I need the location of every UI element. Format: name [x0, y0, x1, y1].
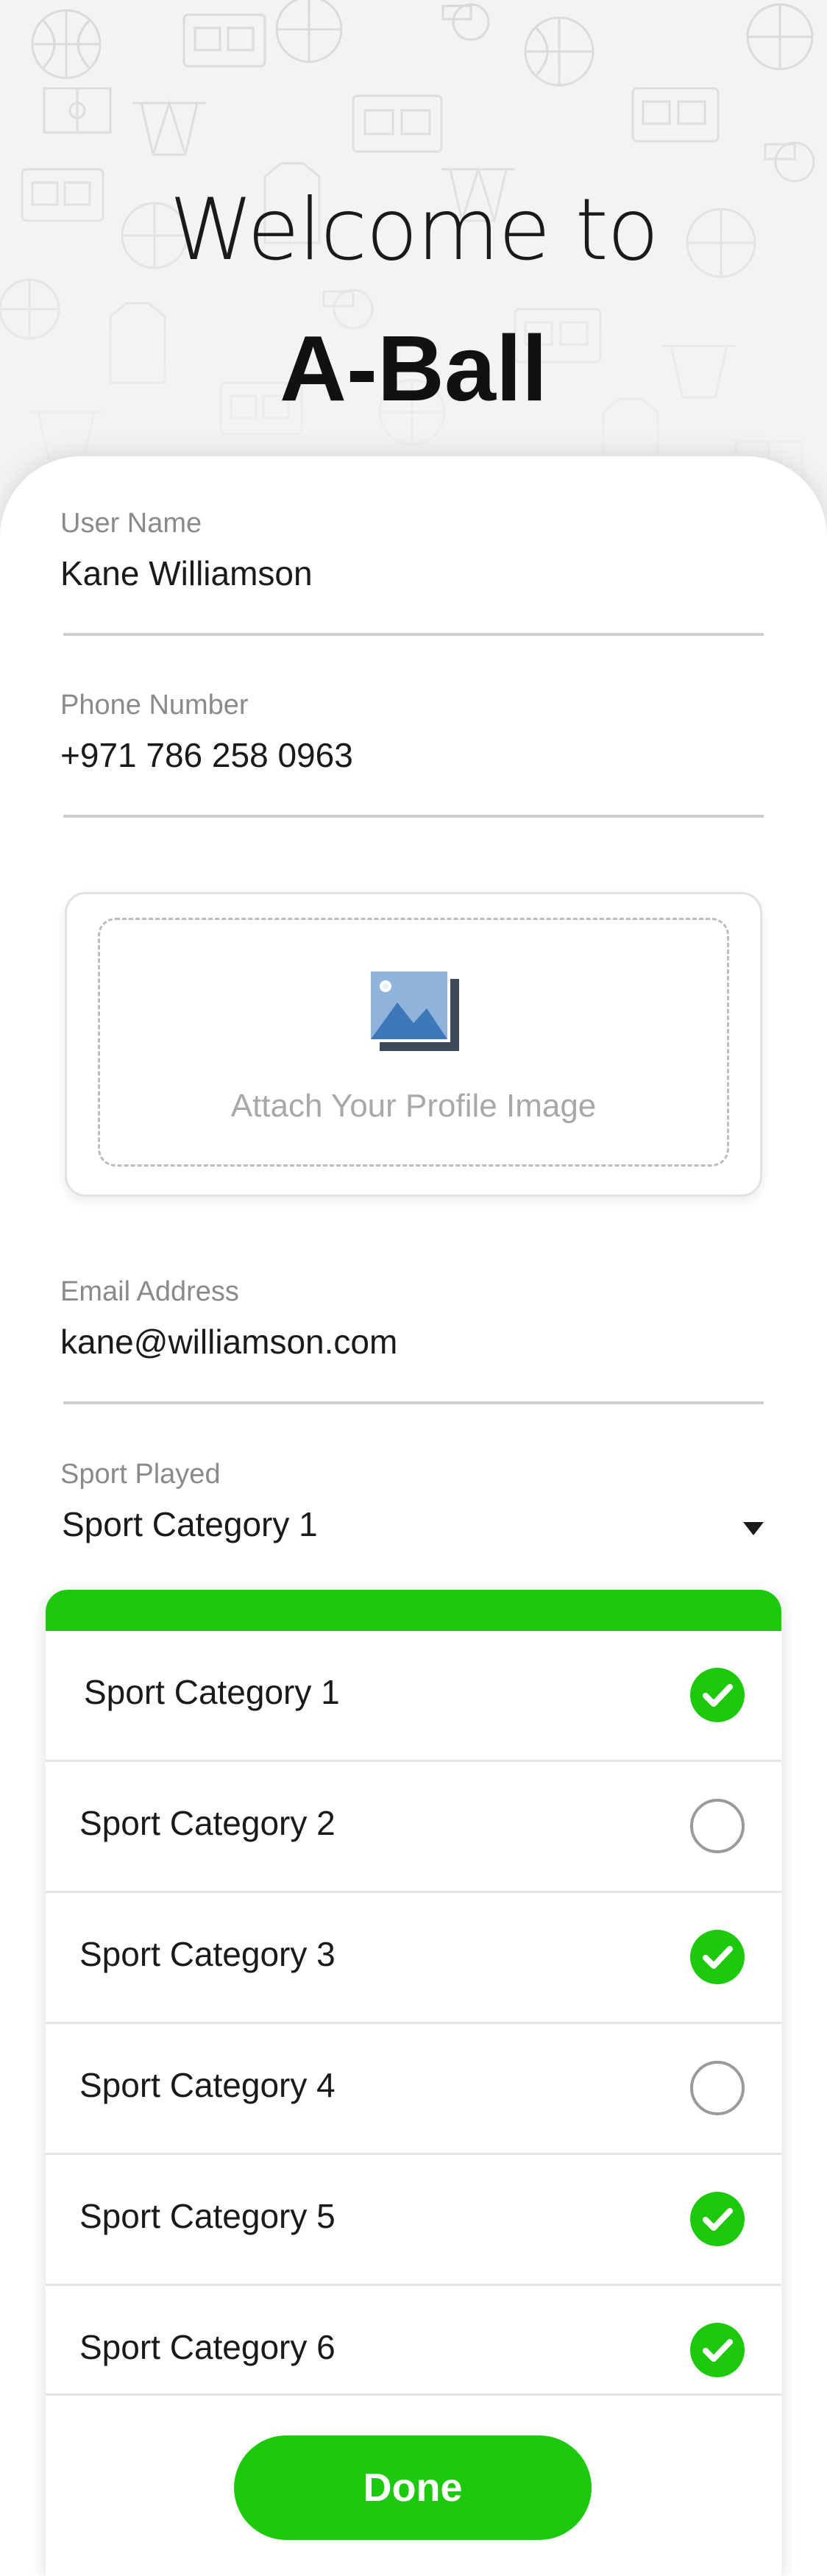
done-button[interactable]: Done [234, 2435, 592, 2540]
username-underline [63, 633, 764, 636]
phone-input[interactable]: +971 786 258 0963 [60, 735, 353, 775]
list-item-label: Sport Category 3 [79, 1935, 336, 1973]
sport-category-list: Sport Category 1 Sport Category 2 Sport … [46, 1590, 781, 2576]
sport-select[interactable]: Sport Played Sport Category 1 [60, 1459, 765, 1547]
username-field[interactable]: User Name Kane Williamson [60, 508, 765, 640]
done-footer: Done [46, 2393, 781, 2576]
list-item-label: Sport Category 1 [84, 1673, 340, 1711]
chevron-down-icon[interactable] [743, 1522, 764, 1535]
welcome-heading: Welcome to [169, 180, 659, 280]
list-item[interactable]: Sport Category 4 [46, 2024, 781, 2155]
list-item-label: Sport Category 5 [79, 2197, 336, 2235]
list-item-label: Sport Category 4 [79, 2066, 336, 2104]
username-label: User Name [60, 508, 202, 539]
checked-circle-icon[interactable] [690, 2192, 745, 2246]
unchecked-circle-icon[interactable] [690, 1799, 745, 1853]
checked-circle-icon[interactable] [690, 2323, 745, 2377]
email-label: Email Address [60, 1276, 239, 1307]
list-item[interactable]: Sport Category 5 [46, 2155, 781, 2286]
email-input[interactable]: kane@williamson.com [60, 1322, 397, 1362]
email-field[interactable]: Email Address kane@williamson.com [60, 1276, 765, 1409]
phone-field[interactable]: Phone Number +971 786 258 0963 [60, 690, 765, 822]
phone-underline [63, 815, 764, 818]
list-item[interactable]: Sport Category 3 [46, 1893, 781, 2024]
list-item[interactable]: Sport Category 2 [46, 1762, 781, 1893]
list-header-bar [46, 1590, 781, 1631]
attach-image-label: Attach Your Profile Image [230, 1088, 597, 1124]
username-input[interactable]: Kane Williamson [60, 553, 313, 593]
unchecked-circle-icon[interactable] [690, 2061, 745, 2115]
sport-selected-value[interactable]: Sport Category 1 [62, 1504, 318, 1544]
list-item[interactable]: Sport Category 1 [46, 1631, 781, 1762]
list-item-label: Sport Category 2 [79, 1804, 336, 1842]
phone-label: Phone Number [60, 690, 249, 721]
checked-circle-icon[interactable] [690, 1668, 745, 1722]
brand-title: A-Ball [279, 316, 548, 420]
email-underline [63, 1401, 764, 1404]
list-item-label: Sport Category 6 [79, 2328, 336, 2366]
sport-label: Sport Played [60, 1459, 221, 1490]
image-icon [368, 969, 464, 1051]
checked-circle-icon[interactable] [690, 1930, 745, 1984]
